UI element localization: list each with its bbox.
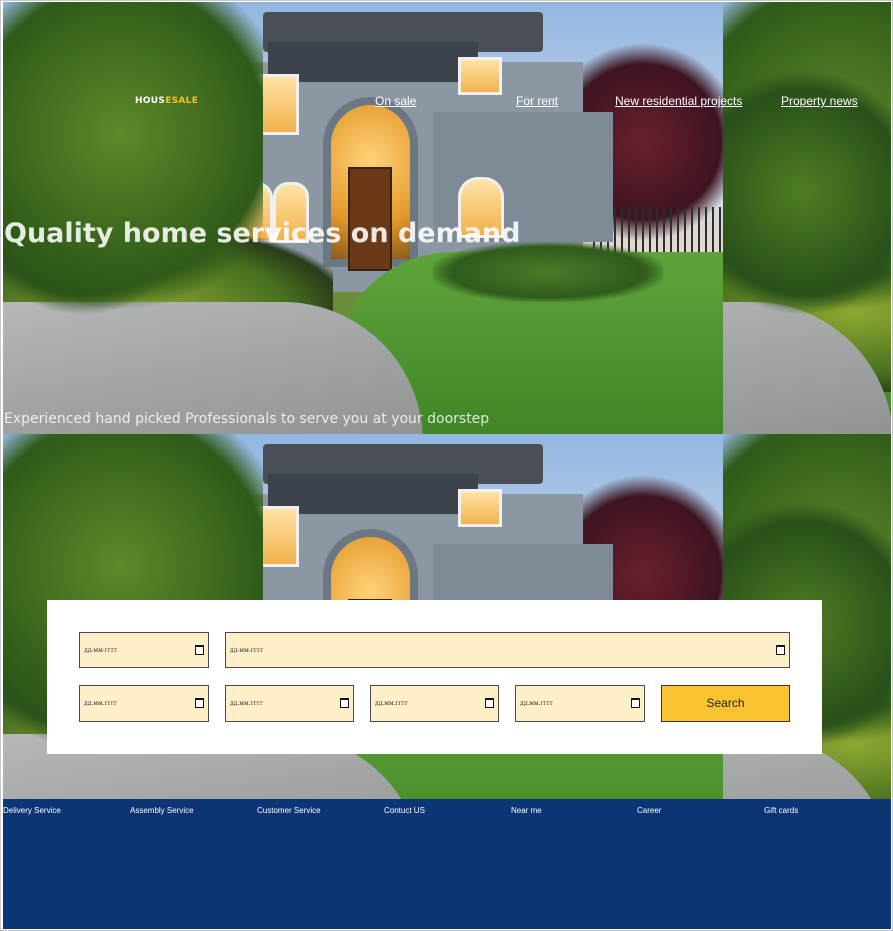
logo-text-part2: ESALE — [165, 96, 199, 106]
nav-link-for-rent[interactable]: For rent — [516, 94, 558, 108]
date-placeholder: дд-мм-гггг — [230, 647, 264, 654]
date-placeholder: дд.мм.гггг — [84, 700, 118, 707]
calendar-icon[interactable] — [195, 645, 204, 655]
search-button[interactable]: Search — [661, 685, 790, 722]
calendar-icon[interactable] — [340, 698, 349, 708]
calendar-icon[interactable] — [631, 698, 640, 708]
footer: Delivery Service Assembly Service Custom… — [3, 799, 891, 929]
date-input[interactable]: дд-мм-гггг — [79, 632, 209, 668]
date-placeholder: дд-мм-гггг — [84, 647, 118, 654]
date-input[interactable]: дд-мм-гггг — [225, 632, 790, 668]
logo-text-part1: HOUS — [135, 96, 166, 106]
calendar-icon[interactable] — [485, 698, 494, 708]
footer-link-customer-service[interactable]: Customer Service — [257, 806, 321, 815]
date-placeholder: дд.мм.гггг — [375, 700, 409, 707]
footer-link-career[interactable]: Career — [637, 806, 661, 815]
footer-link-near-me[interactable]: Near me — [511, 806, 542, 815]
hero-headline: Quality home services on demand — [4, 218, 521, 249]
site-logo[interactable]: HOUSESALE — [135, 96, 198, 106]
footer-link-contact-us[interactable]: Contuct US — [384, 806, 425, 815]
date-placeholder: дд.мм.гггг — [230, 700, 264, 707]
hero-photo-tile — [723, 2, 891, 434]
date-input[interactable]: дд.мм.гггг — [515, 685, 645, 722]
footer-link-assembly-service[interactable]: Assembly Service — [130, 806, 194, 815]
nav-link-on-sale[interactable]: On sale — [375, 94, 416, 108]
date-input[interactable]: дд.мм.гггг — [79, 685, 209, 722]
calendar-icon[interactable] — [195, 698, 204, 708]
hero-subheadline: Experienced hand picked Professionals to… — [4, 411, 490, 427]
search-card — [47, 600, 822, 754]
date-input[interactable]: дд.мм.гггг — [370, 685, 499, 722]
footer-link-delivery-service[interactable]: Delivery Service — [3, 806, 61, 815]
nav-link-new-projects[interactable]: New residential projects — [615, 94, 742, 108]
date-input[interactable]: дд.мм.гггг — [225, 685, 354, 722]
date-placeholder: дд.мм.гггг — [520, 700, 554, 707]
calendar-icon[interactable] — [776, 645, 785, 655]
footer-link-gift-cards[interactable]: Gift cards — [764, 806, 798, 815]
nav-link-property-news[interactable]: Property news — [781, 94, 858, 108]
